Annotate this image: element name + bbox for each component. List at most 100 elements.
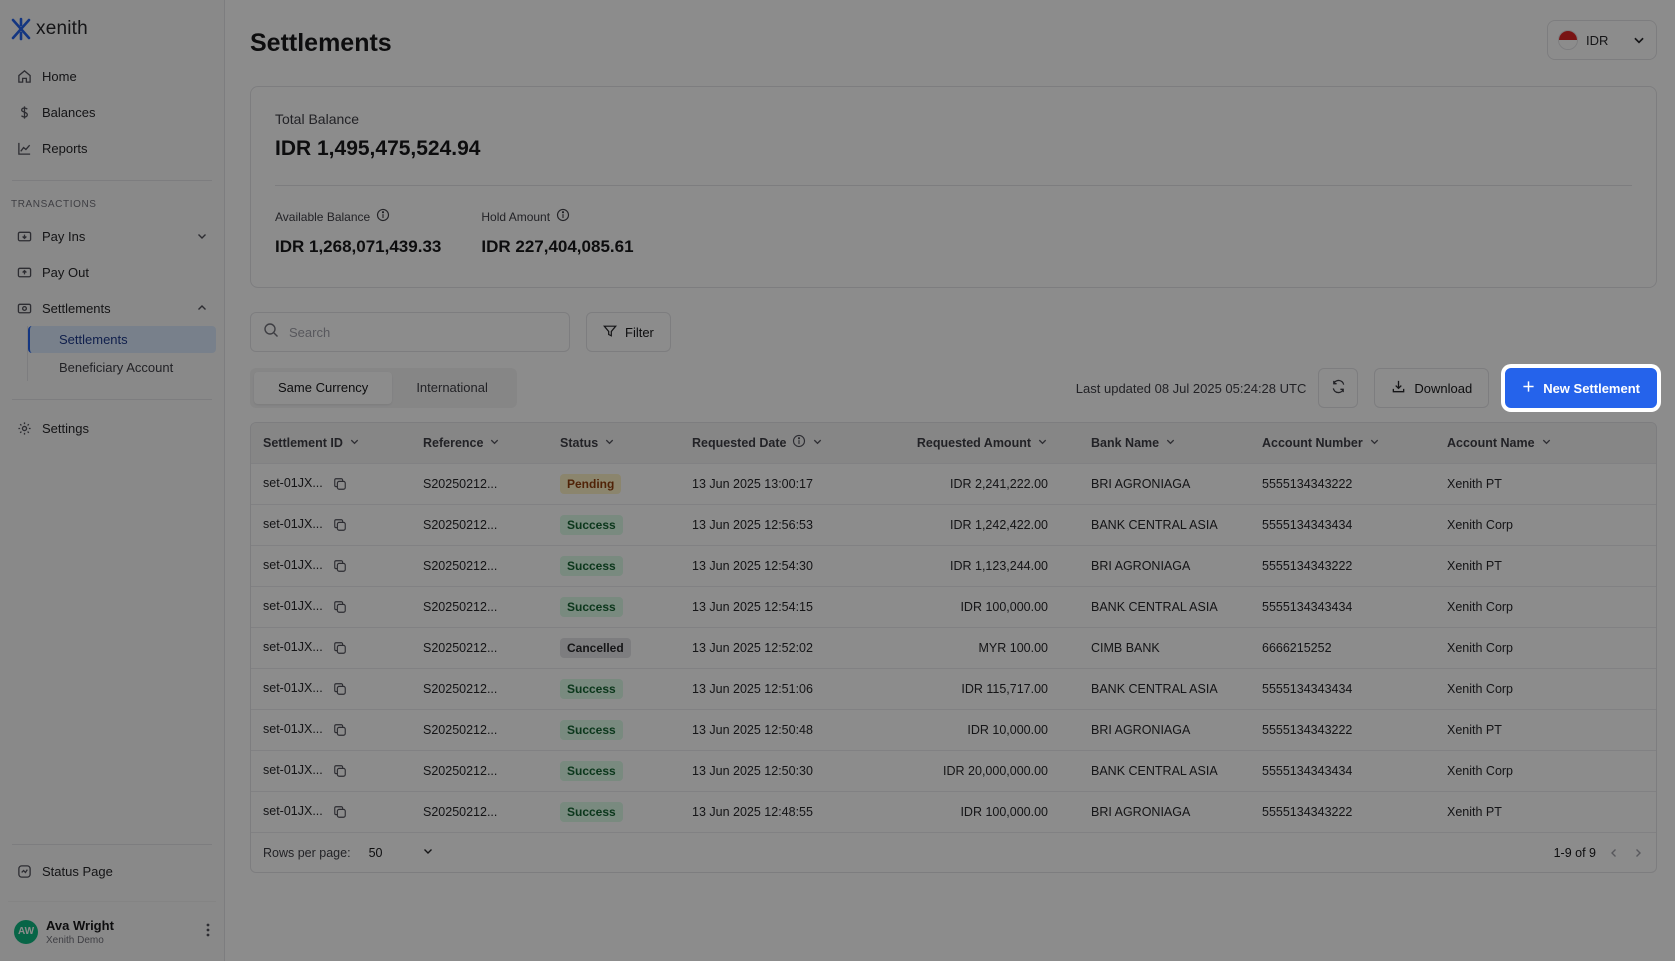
sidebar-subitem-beneficiary-account[interactable]: Beneficiary Account [28,354,216,381]
cell-bank-name: BRI AGRONIAGA [1060,790,1250,832]
copy-icon[interactable] [333,682,347,696]
table-row[interactable]: set-01JX... S20250212... Success 13 Jun 202… [251,667,1656,709]
rows-per-page-label: Rows per page: [263,845,351,860]
status-icon [16,863,32,879]
tab-same-currency[interactable]: Same Currency [254,372,393,404]
col-requested-amount[interactable]: Requested Amount [860,423,1060,463]
sidebar-item-pay-out[interactable]: Pay Out [8,254,216,290]
col-bank-name[interactable]: Bank Name [1060,423,1250,463]
cell-status: Cancelled [548,626,680,668]
table-row[interactable]: set-01JX... S20250212... Success 13 Jun 202… [251,708,1656,750]
brand-logo[interactable]: xenith [8,0,216,58]
refresh-button[interactable] [1318,368,1359,408]
table-row[interactable]: set-01JX... S20250212... Success 13 Jun 202… [251,749,1656,791]
search-box[interactable] [250,312,570,352]
table-row[interactable]: set-01JX... S20250212... Success 13 Jun 202… [251,585,1656,627]
table-row[interactable]: set-01JX... S20250212... Cancelled 13 Jun 2… [251,626,1656,668]
copy-icon[interactable] [333,641,347,655]
col-requested-date[interactable]: Requested Date [680,423,860,463]
download-icon [1391,379,1406,397]
cell-account-name: Xenith PT [1435,708,1656,750]
search-input[interactable] [289,324,549,340]
plus-icon [1522,380,1535,396]
copy-icon[interactable] [333,723,347,737]
settlements-table: Settlement ID Reference Status Requested… [250,422,1657,873]
page-header: Settlements IDR [250,0,1657,86]
col-reference[interactable]: Reference [411,423,548,463]
table-row[interactable]: set-01JX... S20250212... Success 13 Jun 202… [251,503,1656,545]
chevron-down-icon [349,436,360,450]
sidebar-item-status-page[interactable]: Status Page [8,853,216,889]
cell-requested-date: 13 Jun 2025 12:52:02 [680,626,860,668]
sidebar-bottom: Status Page AW Ava Wright Xenith Demo [8,844,216,961]
table-actions: Last updated 08 Jul 2025 05:24:28 UTC Do… [1076,368,1657,408]
col-label: Requested Amount [916,435,1031,450]
sidebar-item-reports[interactable]: Reports [8,130,216,166]
download-button[interactable]: Download [1374,368,1490,408]
chevron-left-icon[interactable] [1608,847,1620,859]
balance-card: Total Balance IDR 1,495,475,524.94 Avail… [250,86,1657,288]
col-account-number[interactable]: Account Number [1250,423,1435,463]
copy-icon[interactable] [333,477,347,491]
cell-status: Success [548,503,680,545]
chevron-down-icon[interactable] [196,230,208,242]
cell-status: Success [548,544,680,586]
settlement-id: set-01JX... [263,763,323,778]
avatar: AW [14,919,38,944]
info-icon[interactable] [792,434,806,451]
cell-account-name: Xenith PT [1435,790,1656,832]
sidebar-item-pay-ins[interactable]: Pay Ins [8,218,216,254]
hold-amount: Hold Amount IDR 227,404,085.61 [481,208,634,257]
sidebar-item-settlements[interactable]: Settlements [8,290,216,326]
col-status[interactable]: Status [548,423,680,463]
settlement-id: set-01JX... [263,517,323,532]
sidebar-item-settings[interactable]: Settings [8,410,216,446]
table-row[interactable]: set-01JX... S20250212... Success 13 Jun 202… [251,790,1656,832]
brand-name: xenith [36,18,88,39]
filter-button[interactable]: Filter [586,312,671,352]
copy-icon[interactable] [333,518,347,532]
cell-reference: S20250212... [411,544,548,586]
copy-icon[interactable] [333,559,347,573]
info-icon[interactable] [556,208,570,225]
currency-label: IDR [1586,32,1609,48]
sidebar-item-balances[interactable]: Balances [8,94,216,130]
user-org: Xenith Demo [46,934,104,946]
table-row[interactable]: set-01JX... S20250212... Pending 13 Jun 202… [251,462,1656,504]
copy-icon[interactable] [333,764,347,778]
tab-international[interactable]: International [392,372,512,404]
table-controls: Same Currency International Last updated… [250,368,1657,408]
user-profile[interactable]: AW Ava Wright Xenith Demo [8,901,216,961]
col-settlement-id[interactable]: Settlement ID [251,423,411,463]
download-label: Download [1414,380,1473,396]
cell-reference: S20250212... [411,790,548,832]
sidebar-item-label: Status Page [42,863,113,879]
copy-icon[interactable] [333,600,347,614]
rows-per-page-select[interactable]: 50 [369,845,435,860]
settlement-id: set-01JX... [263,722,323,737]
chevron-down-icon [1369,436,1380,450]
table-footer: Rows per page: 50 1-9 of 9 [251,832,1656,872]
cell-reference: S20250212... [411,585,548,627]
more-options-icon[interactable] [206,923,210,941]
col-account-name[interactable]: Account Name [1435,423,1656,463]
currency-selector[interactable]: IDR [1547,20,1657,60]
copy-icon[interactable] [333,805,347,819]
cell-settlement-id: set-01JX... [251,708,411,750]
table-row[interactable]: set-01JX... S20250212... Success 13 Jun 202… [251,544,1656,586]
settlement-id: set-01JX... [263,640,323,655]
search-toolbar: Filter [250,312,1657,352]
sidebar-subitem-settlements[interactable]: Settlements [28,326,216,353]
settlement-id: set-01JX... [263,599,323,614]
sidebar-item-home[interactable]: Home [8,58,216,94]
cell-requested-amount: IDR 115,717.00 [860,667,1060,709]
info-icon[interactable] [376,208,390,225]
chevron-right-icon[interactable] [1632,847,1644,859]
chevron-up-icon[interactable] [196,302,208,314]
chevron-down-icon [604,436,615,450]
user-name: Ava Wright [46,917,114,933]
cell-requested-date: 13 Jun 2025 13:00:17 [680,462,860,504]
new-settlement-button[interactable]: New Settlement [1505,368,1657,408]
table-header-row: Settlement ID Reference Status Requested… [251,423,1656,463]
chart-icon [16,140,32,156]
